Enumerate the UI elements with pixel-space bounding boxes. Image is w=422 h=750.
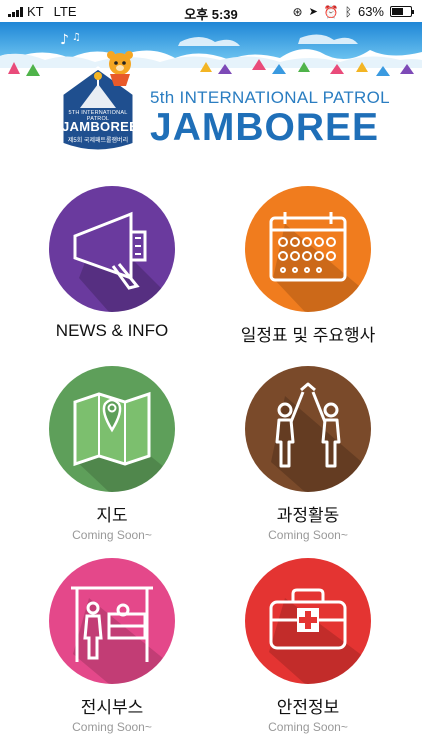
booth-button[interactable] xyxy=(49,558,175,684)
menu-item-safety[interactable]: 안전정보 Coming Soon~ xyxy=(218,558,398,734)
menu-item-booth[interactable]: 전시부스 Coming Soon~ xyxy=(22,558,202,734)
svg-text:♫: ♫ xyxy=(72,32,81,43)
header-title: JAMBOREE xyxy=(150,106,380,149)
status-bar: KT LTE 오후 5:39 ⊛ ➤ ⏰ ᛒ 63% xyxy=(0,0,422,22)
orientation-lock-icon: ⊛ xyxy=(292,4,303,19)
badge-line-main: JAMBOREE xyxy=(62,119,139,134)
menu-label-map: 지도 xyxy=(96,506,128,525)
menu-sub-activities: Coming Soon~ xyxy=(268,528,348,542)
menu-item-map[interactable]: 지도 Coming Soon~ xyxy=(22,366,202,542)
menu-sub-safety: Coming Soon~ xyxy=(268,720,348,734)
menu-label-activities: 과정활동 xyxy=(276,506,340,525)
svg-text:♪: ♪ xyxy=(60,32,69,48)
menu-label-safety: 안전정보 xyxy=(276,698,340,717)
calendar-icon xyxy=(269,212,371,312)
schedule-button[interactable] xyxy=(245,186,371,312)
activities-button[interactable] xyxy=(245,366,371,492)
status-right: ⊛ ➤ ⏰ ᛒ 63% xyxy=(292,4,414,19)
mascot-bear-icon xyxy=(107,51,133,86)
exhibition-booth-icon xyxy=(71,586,175,684)
header-subtitle: 5th INTERNATIONAL PATROL xyxy=(150,88,390,107)
badge-line-korean: 제5회 국제패트롤잼버리 xyxy=(67,138,129,144)
high-five-icon xyxy=(271,382,371,492)
location-icon: ➤ xyxy=(308,6,318,18)
menu-sub-booth: Coming Soon~ xyxy=(72,720,152,734)
first-aid-kit-icon xyxy=(269,588,371,684)
map-icon xyxy=(73,391,175,492)
menu-label-booth: 전시부스 xyxy=(80,698,144,717)
menu-item-news[interactable]: NEWS & INFO xyxy=(22,186,202,341)
header-banner: ♪ ♫ 5TH INTERNATIONAL PATROL JAMBOREE 제5… xyxy=(0,22,422,157)
safety-button[interactable] xyxy=(245,558,371,684)
news-button[interactable] xyxy=(49,186,175,312)
map-button[interactable] xyxy=(49,366,175,492)
menu-label-schedule: 일정표 및 주요행사 xyxy=(240,326,376,345)
battery-icon xyxy=(390,6,414,17)
bluetooth-icon: ᛒ xyxy=(344,4,352,19)
menu-label-news: NEWS & INFO xyxy=(55,321,169,340)
menu-sub-map: Coming Soon~ xyxy=(72,528,152,542)
alarm-icon: ⏰ xyxy=(323,4,339,19)
menu-item-activities[interactable]: 과정활동 Coming Soon~ xyxy=(218,366,398,542)
menu-item-schedule[interactable]: 일정표 및 주요행사 xyxy=(218,186,398,346)
megaphone-icon xyxy=(73,211,175,312)
battery-percent: 63% xyxy=(357,4,384,19)
